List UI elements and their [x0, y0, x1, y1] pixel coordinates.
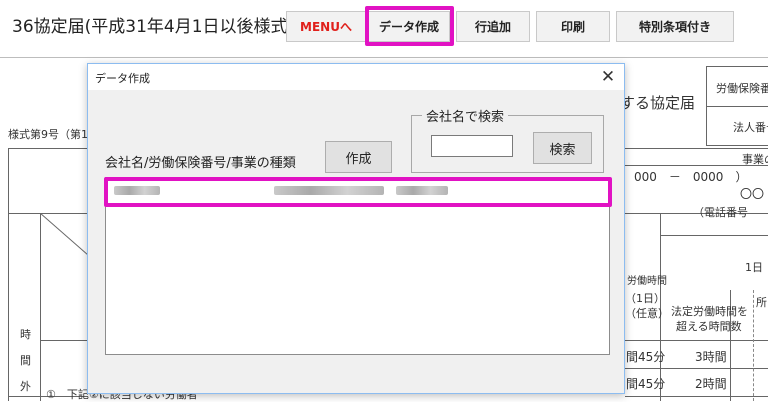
dialog-titlebar[interactable]: データ作成 ✕ — [88, 64, 624, 90]
grid-line — [660, 235, 768, 236]
data-create-dialog: データ作成 ✕ 会社名で検索 検索 会社名/労働保険番号/事業の種類 作成 — [87, 63, 625, 394]
grid-line — [625, 396, 768, 397]
row1-right-value: 3時間 — [695, 350, 727, 364]
form-number: 様式第9号（第16 — [8, 128, 95, 141]
special-clause-button[interactable]: 特別条項付き — [616, 11, 734, 42]
corporate-number-label: 法人番号 — [733, 121, 768, 134]
day-one-label: 1日 — [745, 261, 763, 274]
vertical-char-3: 外 — [20, 380, 31, 393]
exceed-hours-label: 超える時間数 — [676, 320, 742, 333]
list-item-highlight — [104, 177, 612, 207]
grid-line — [40, 340, 88, 341]
side-char: 所 — [756, 296, 767, 309]
data-create-highlight — [365, 6, 454, 46]
grid-line — [625, 368, 768, 369]
working-hours-label: 労働時間 — [627, 276, 667, 287]
vertical-char-1: 時 — [20, 328, 31, 341]
row2-right-value: 2時間 — [695, 377, 727, 391]
diagonal-line — [40, 213, 88, 256]
company-search-input[interactable] — [431, 135, 513, 157]
row1-left-value: 間45分 — [626, 350, 666, 364]
grid-line — [706, 106, 768, 107]
optional-label: （任意） — [625, 307, 669, 320]
day-paren-label: （1日） — [625, 292, 665, 305]
vertical-char-2: 間 — [20, 354, 31, 367]
phone-label: （電話番号 — [693, 206, 748, 219]
dialog-title: データ作成 — [95, 72, 150, 85]
menu-button[interactable]: MENUへ — [286, 11, 366, 42]
form-title-fragment: する協定届 — [620, 94, 696, 112]
search-button[interactable]: 検索 — [533, 132, 592, 164]
grid-line — [625, 340, 768, 341]
grid-line — [706, 66, 768, 67]
create-button[interactable]: 作成 — [325, 141, 392, 173]
app-title: 36協定届(平成31年4月1日以後様式) — [12, 17, 295, 37]
search-group-label: 会社名で検索 — [422, 106, 509, 125]
close-icon[interactable]: ✕ — [596, 66, 620, 88]
print-button[interactable]: 印刷 — [536, 11, 610, 42]
dashed-grid-line — [753, 290, 754, 401]
add-row-button[interactable]: 行追加 — [456, 11, 530, 42]
grid-line — [706, 145, 768, 146]
row2-left-value: 間45分 — [626, 377, 666, 391]
circles-text: 〇〇 — [740, 187, 765, 201]
company-list-label: 会社名/労働保険番号/事業の種類 — [105, 156, 296, 171]
grid-line — [8, 148, 9, 401]
business-header: 事業の — [742, 153, 768, 166]
phone-number: 000 － 0000 ） — [634, 170, 748, 184]
labor-insurance-label: 労働保険番 — [716, 82, 768, 95]
legal-hours-label: 法定労働時間を — [671, 305, 748, 318]
sheet-top-border — [0, 57, 768, 58]
